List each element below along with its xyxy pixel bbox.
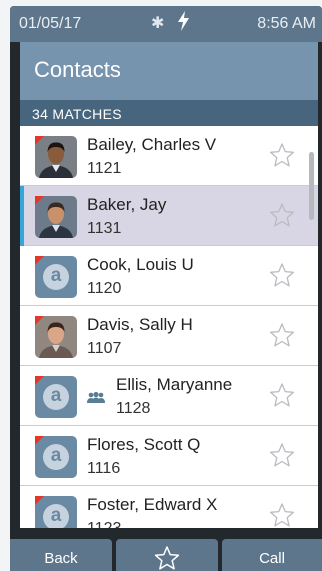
bluetooth-icon: ✱ [151, 15, 165, 32]
group-icon [87, 391, 105, 403]
status-time: 8:56 AM [257, 15, 316, 32]
title-bar: Contacts [20, 42, 318, 100]
avatar-letter: a [50, 505, 62, 526]
contact-row[interactable]: a Flores, Scott Q 1116 [20, 426, 318, 486]
status-date: 01/05/17 [19, 15, 82, 32]
match-count-bar: 34 MATCHES [20, 100, 318, 126]
favorite-star-icon[interactable] [269, 502, 295, 528]
presence-indicator-icon [35, 196, 44, 205]
avatar-letter: a [50, 445, 62, 466]
contact-name: Baker, Jay [87, 195, 167, 214]
contact-row[interactable]: Baker, Jay 1131 [20, 186, 318, 246]
star-icon [154, 546, 180, 570]
lightning-bolt-icon [178, 11, 189, 31]
contact-extension: 1116 [87, 460, 121, 477]
presence-indicator-icon [35, 376, 44, 385]
contact-name: Bailey, Charles V [87, 135, 217, 154]
device-frame: 01/05/17 ✱ 8:56 AM Contacts 34 MATCHES B… [10, 6, 322, 571]
scrollbar[interactable] [309, 152, 314, 220]
contact-row[interactable]: a Foster, Edward X 1123 [20, 486, 318, 528]
contact-name: Cook, Louis U [87, 255, 194, 274]
contact-row[interactable]: Bailey, Charles V 1121 [20, 126, 318, 186]
contact-name: Foster, Edward X [87, 495, 218, 514]
contact-extension: 1128 [116, 400, 151, 417]
favorite-star-icon[interactable] [269, 442, 295, 468]
favorite-star-icon[interactable] [269, 262, 295, 288]
contact-extension: 1121 [87, 160, 122, 177]
contact-extension: 1107 [87, 340, 122, 357]
presence-indicator-icon [35, 316, 44, 325]
favorite-star-icon[interactable] [269, 322, 295, 348]
contact-row[interactable]: a Ellis, Maryanne 1128 [20, 366, 318, 426]
contact-list[interactable]: Bailey, Charles V 1121 Baker, Jay 1131 a Cook… [20, 126, 318, 528]
avatar-letter: a [50, 385, 62, 406]
back-button[interactable]: Back [10, 539, 112, 571]
call-button[interactable]: Call [222, 539, 322, 571]
contact-extension: 1131 [87, 220, 122, 237]
favorite-star-icon[interactable] [269, 142, 295, 168]
contact-name: Flores, Scott Q [87, 435, 201, 454]
contact-name: Davis, Sally H [87, 315, 193, 334]
favorite-star-icon[interactable] [269, 382, 295, 408]
contact-name: Ellis, Maryanne [116, 375, 233, 394]
match-count: 34 MATCHES [32, 106, 122, 122]
presence-indicator-icon [35, 256, 44, 265]
avatar-letter: a [50, 265, 62, 286]
contacts-screen: Contacts 34 MATCHES Bailey, Charles V 112… [20, 42, 318, 528]
contact-row[interactable]: Davis, Sally H 1107 [20, 306, 318, 366]
contact-row[interactable]: a Cook, Louis U 1120 [20, 246, 318, 306]
contact-extension: 1120 [87, 280, 122, 297]
page-title: Contacts [34, 57, 121, 82]
contact-extension: 1123 [87, 520, 121, 528]
bottom-button-bar: Back Call [10, 539, 322, 571]
favorite-star-icon[interactable] [269, 202, 295, 228]
phone-device: 01/05/17 ✱ 8:56 AM Contacts 34 MATCHES B… [0, 0, 322, 571]
presence-indicator-icon [35, 136, 44, 145]
selection-indicator [20, 186, 24, 246]
presence-indicator-icon [35, 496, 44, 505]
presence-indicator-icon [35, 436, 44, 445]
status-bar: 01/05/17 ✱ 8:56 AM [10, 6, 322, 42]
favorite-button[interactable] [116, 539, 218, 571]
